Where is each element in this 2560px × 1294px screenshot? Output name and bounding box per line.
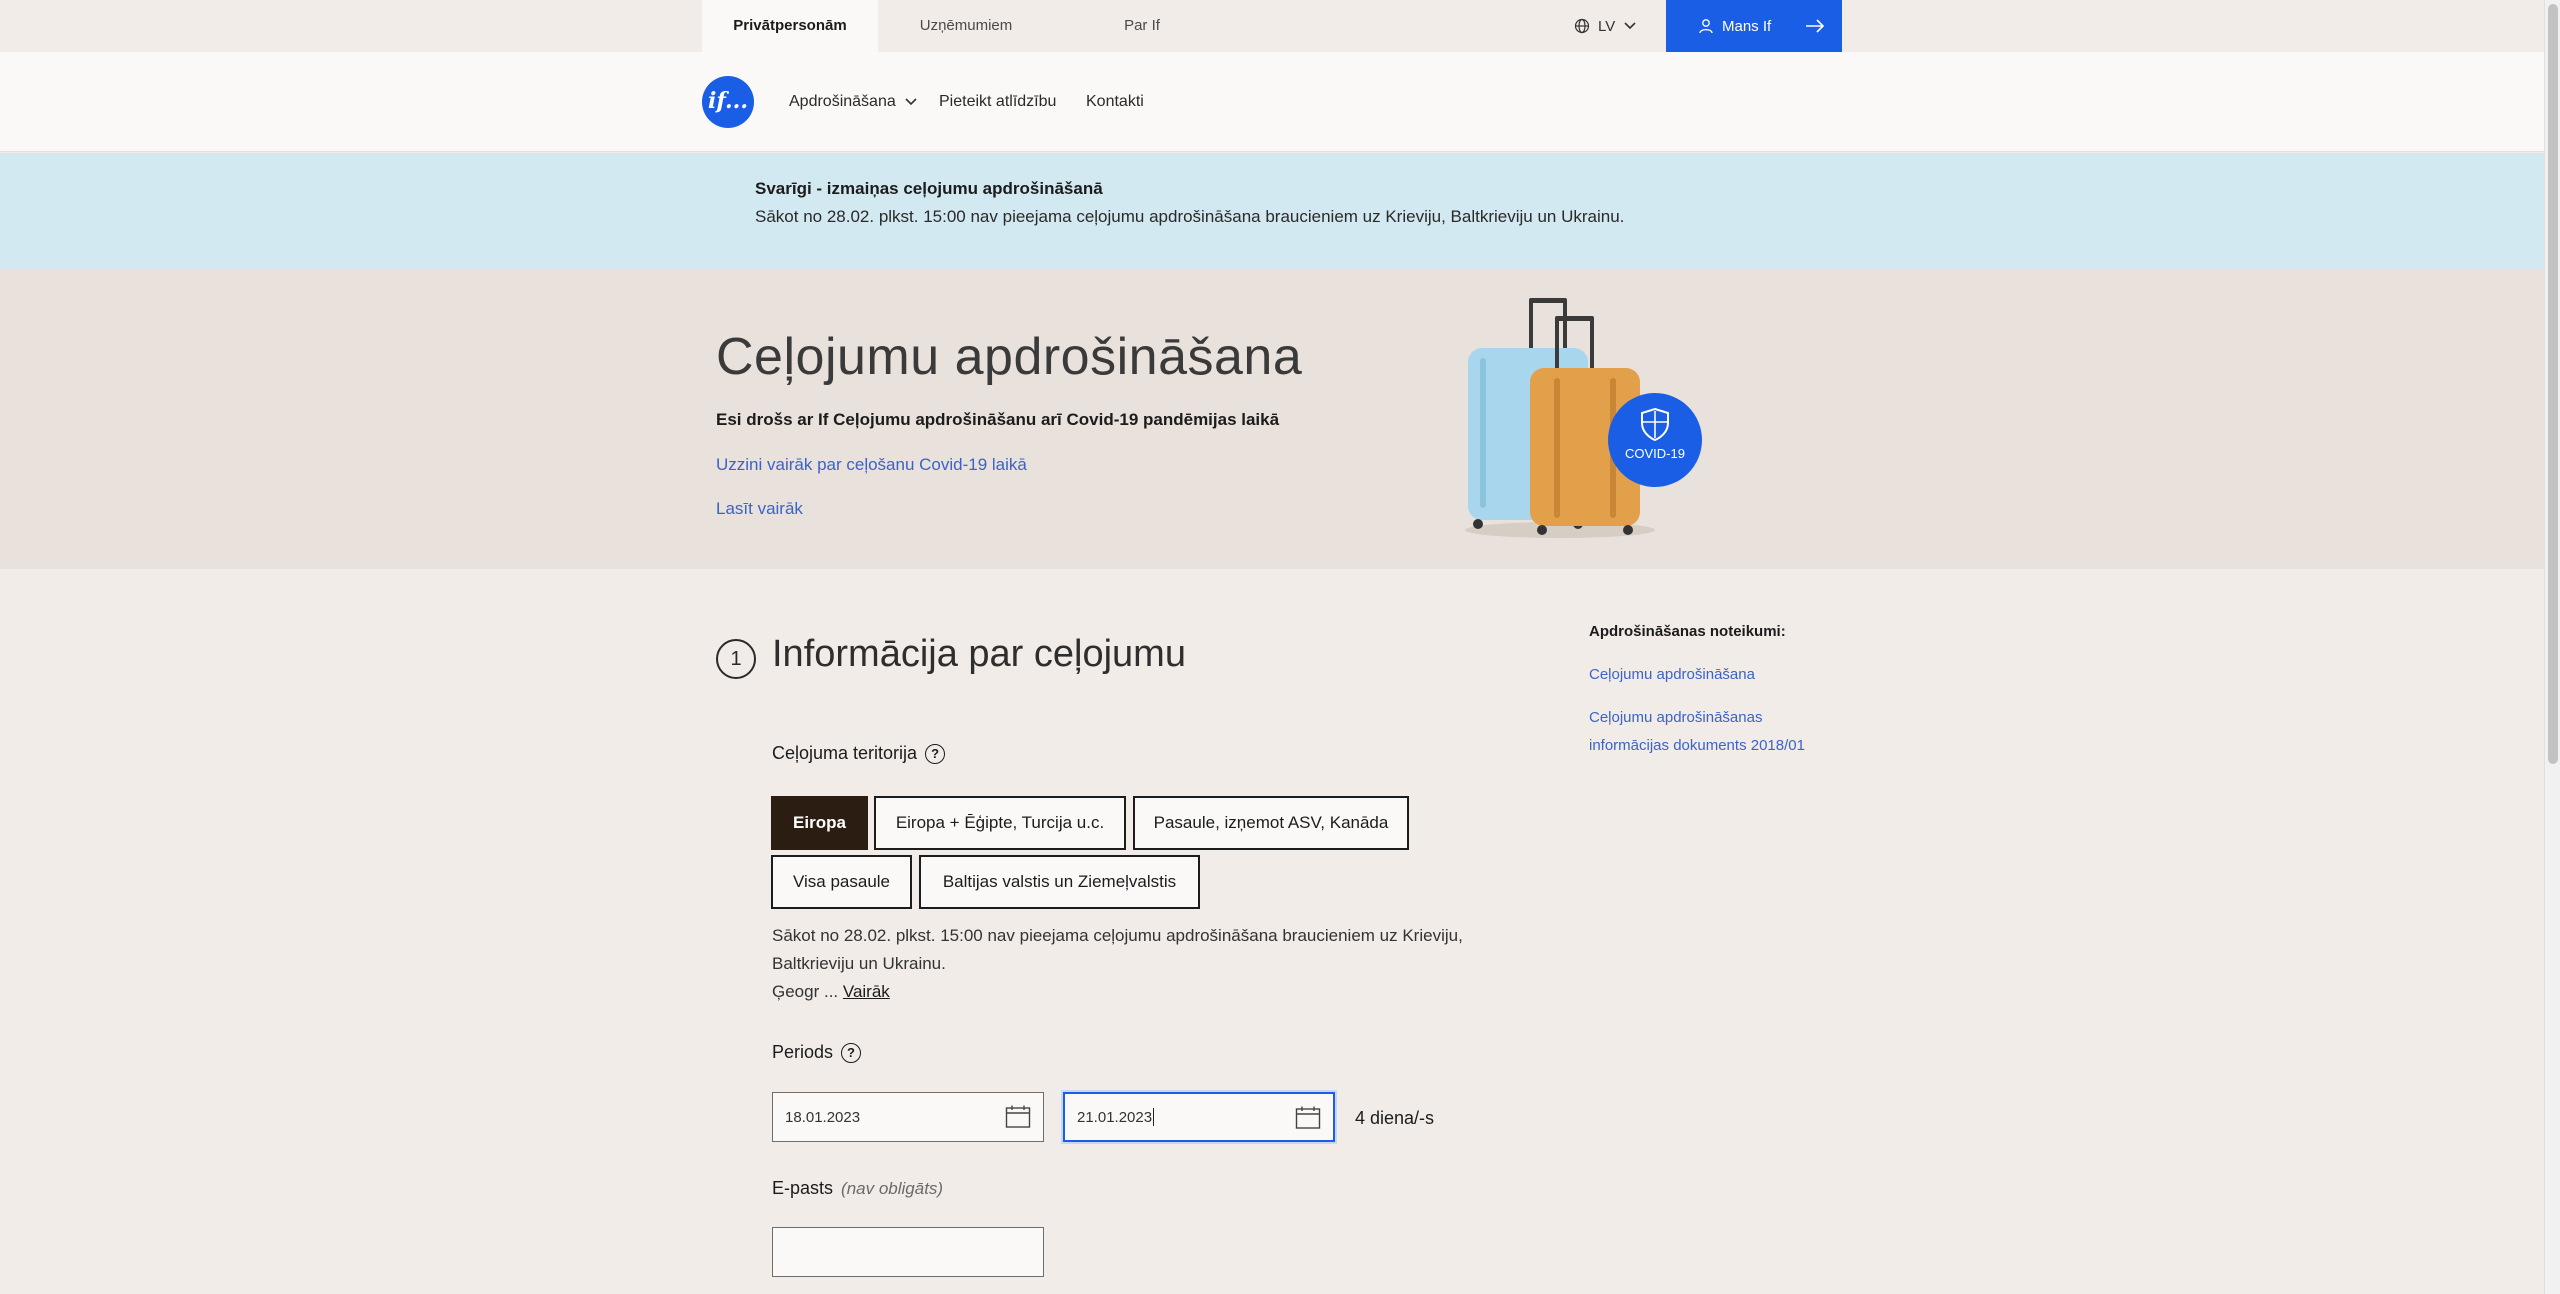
covid-badge: COVID-19: [1608, 393, 1702, 487]
if-logo[interactable]: if...: [702, 76, 754, 128]
date-to-value: 21.01.2023: [1077, 1108, 1153, 1126]
territory-baltic-nordic[interactable]: Baltijas valstis un Ziemeļvalstis: [919, 855, 1200, 909]
nav-insurance-label: Apdrošināšana: [789, 93, 896, 110]
my-if-button[interactable]: Mans If: [1666, 0, 1842, 52]
period-label: Periods ?: [772, 1042, 862, 1063]
notice-text: Sākot no 28.02. plkst. 15:00 nav pieejam…: [755, 207, 1625, 226]
days-count: 4 diena/-s: [1355, 1108, 1435, 1128]
date-from-input[interactable]: 18.01.2023: [772, 1092, 1044, 1142]
territory-europe[interactable]: Eiropa: [771, 796, 868, 850]
terms-link-travel[interactable]: Ceļojumu apdrošināšana: [1589, 661, 1829, 689]
login-arrow-icon: [1806, 19, 1825, 33]
language-selector[interactable]: LV: [1574, 0, 1637, 52]
chevron-down-icon: [1624, 22, 1636, 30]
shield-icon: [1641, 407, 1669, 442]
step-number: 1: [716, 639, 756, 679]
language-label: LV: [1598, 17, 1616, 35]
tab-business[interactable]: Uzņēmumiem: [878, 0, 1054, 52]
hero-banner: Ceļojumu apdrošināšana Esi drošs ar If C…: [0, 270, 2544, 569]
scrollbar-thumb[interactable]: [2548, 4, 2558, 764]
territory-label-text: Ceļojuma teritorija: [772, 743, 918, 763]
user-icon: [1699, 19, 1713, 34]
date-from-value: 18.01.2023: [785, 1108, 861, 1126]
territory-note-tail: Ģeogr ...: [772, 982, 839, 1001]
main-header: if... Apdrošināšana Pieteikt atlīdzību K…: [0, 52, 2544, 152]
territory-label: Ceļojuma teritorija ?: [772, 743, 946, 764]
territory-note: Sākot no 28.02. plkst. 15:00 nav pieejam…: [772, 922, 1472, 1006]
nav-contacts[interactable]: Kontakti: [1086, 52, 1144, 152]
territory-europe-plus[interactable]: Eiropa + Ēģipte, Turcija u.c.: [874, 796, 1126, 850]
calendar-icon[interactable]: [1005, 1105, 1031, 1129]
calendar-icon[interactable]: [1295, 1106, 1321, 1130]
date-to-input[interactable]: 21.01.2023: [1063, 1092, 1335, 1142]
tab-about[interactable]: Par If: [1054, 0, 1230, 52]
email-label: E-pasts (nav obligāts): [772, 1178, 943, 1199]
page-title: Ceļojumu apdrošināšana: [716, 328, 1303, 386]
terms-title: Apdrošināšanas noteikumi:: [1589, 623, 1786, 640]
help-icon[interactable]: ?: [841, 1042, 862, 1063]
notice-title: Svarīgi - izmaiņas ceļojumu apdrošināšan…: [755, 179, 1103, 198]
nav-claim[interactable]: Pieteikt atlīdzību: [939, 52, 1056, 152]
covid-badge-label: COVID-19: [1625, 446, 1685, 461]
email-field[interactable]: [772, 1227, 1044, 1277]
period-label-text: Periods: [772, 1042, 834, 1062]
terms-link-document[interactable]: Ceļojumu apdrošināšanas informācijas dok…: [1589, 704, 1829, 760]
help-icon[interactable]: ?: [925, 743, 946, 764]
text-cursor: [1153, 1108, 1155, 1126]
top-bar: Privātpersonām Uzņēmumiem Par If LV Mans…: [0, 0, 2544, 52]
more-link[interactable]: Vairāk: [843, 982, 890, 1001]
my-if-label: Mans If: [1722, 17, 1772, 35]
hero-subtitle: Esi drošs ar If Ceļojumu apdrošināšanu a…: [716, 410, 1280, 429]
territory-whole-world[interactable]: Visa pasaule: [771, 855, 912, 909]
covid-info-link[interactable]: Uzzini vairāk par ceļošanu Covid-19 laik…: [716, 455, 1027, 475]
globe-icon: [1574, 18, 1590, 34]
page-scrollbar[interactable]: [2544, 0, 2560, 1294]
territory-note-text: Sākot no 28.02. plkst. 15:00 nav pieejam…: [772, 926, 1463, 973]
email-label-text: E-pasts: [772, 1178, 834, 1198]
territory-world-excl-usa[interactable]: Pasaule, izņemot ASV, Kanāda: [1133, 796, 1409, 850]
nav-insurance[interactable]: Apdrošināšana: [789, 52, 918, 152]
chevron-down-icon: [905, 98, 917, 106]
section-title: Informācija par ceļojumu: [772, 633, 1186, 675]
read-more-link[interactable]: Lasīt vairāk: [716, 499, 803, 519]
important-notice: Svarīgi - izmaiņas ceļojumu apdrošināšan…: [0, 153, 2544, 270]
tab-private[interactable]: Privātpersonām: [702, 0, 878, 52]
email-optional-text: (nav obligāts): [841, 1178, 944, 1198]
